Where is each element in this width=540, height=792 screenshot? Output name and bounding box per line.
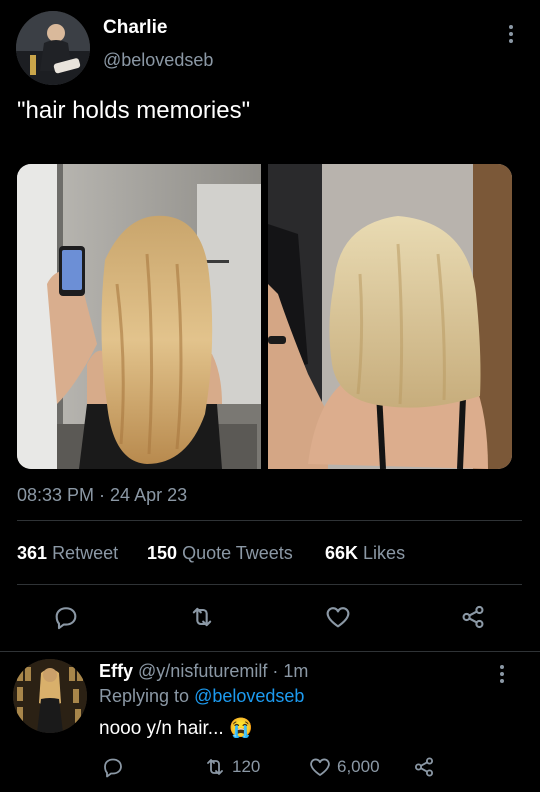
reply-time[interactable]: · 1m	[272, 661, 308, 681]
tweet-photo-left[interactable]	[17, 164, 261, 469]
reply-author-name[interactable]: Effy	[99, 661, 133, 681]
tweet-text: "hair holds memories"	[17, 97, 251, 124]
replying-to-handle[interactable]: @belovedseb	[194, 686, 304, 706]
reply-icon	[104, 758, 122, 778]
retweets-label: Retweet	[52, 543, 119, 563]
loudly-crying-face-icon: 😭	[228, 718, 253, 739]
author-avatar[interactable]	[16, 11, 90, 85]
quote-tweets-label: Quote Tweets	[182, 543, 293, 563]
reply-icon	[55, 607, 77, 630]
reply-text-row: nooo y/n hair... 😭	[99, 716, 253, 740]
likes-label: Likes	[363, 543, 406, 563]
author-avatar-image	[16, 11, 90, 85]
divider	[17, 520, 522, 521]
reply-like-count: 6,000	[337, 757, 380, 776]
like-icon	[326, 607, 350, 628]
short-blonde-hair-image	[268, 164, 512, 469]
reply-more-options-icon[interactable]	[499, 665, 505, 683]
like-icon	[310, 758, 330, 776]
reply-share-button[interactable]	[410, 754, 438, 780]
tweet-timestamp[interactable]: 08:33 PM · 24 Apr 23	[17, 485, 187, 506]
retweets-count: 361	[17, 543, 48, 563]
reply-author-handle[interactable]: @y/nisfuturemilf	[138, 661, 267, 681]
tweet-photo-right[interactable]	[268, 164, 512, 469]
reply-author-avatar[interactable]	[13, 659, 87, 733]
divider	[17, 584, 522, 585]
retweet-icon	[192, 607, 212, 627]
quote-tweets-stat[interactable]: 150 Quote Tweets	[147, 543, 293, 564]
retweet-button[interactable]	[185, 601, 219, 633]
share-icon	[462, 605, 484, 629]
author-name[interactable]: Charlie	[103, 17, 167, 39]
reply-text: nooo y/n hair...	[99, 718, 224, 739]
retweet-icon	[207, 759, 223, 775]
author-handle[interactable]: @belovedseb	[103, 50, 213, 71]
share-button[interactable]	[456, 601, 490, 633]
replying-to: Replying to @belovedseb	[99, 686, 304, 707]
reply-reply-button[interactable]	[100, 754, 126, 780]
likes-stat[interactable]: 66K Likes	[325, 543, 405, 564]
more-options-icon[interactable]	[508, 25, 514, 43]
reply-header: Effy @y/nisfuturemilf · 1m	[99, 661, 308, 682]
reply-avatar-image	[13, 659, 87, 733]
reply-retweet-button[interactable]: 120	[202, 754, 260, 780]
reply-retweet-count: 120	[232, 757, 261, 776]
like-button[interactable]	[321, 601, 355, 633]
reply-like-button[interactable]: 6,000	[307, 754, 380, 780]
likes-count: 66K	[325, 543, 359, 563]
reply-button[interactable]	[50, 601, 82, 633]
replying-to-label: Replying to	[99, 686, 190, 706]
mirror-selfie-long-hair-image	[17, 164, 261, 469]
quote-tweets-count: 150	[147, 543, 178, 563]
retweets-stat[interactable]: 361 Retweet	[17, 543, 118, 564]
share-icon	[415, 757, 433, 777]
divider	[0, 651, 540, 652]
